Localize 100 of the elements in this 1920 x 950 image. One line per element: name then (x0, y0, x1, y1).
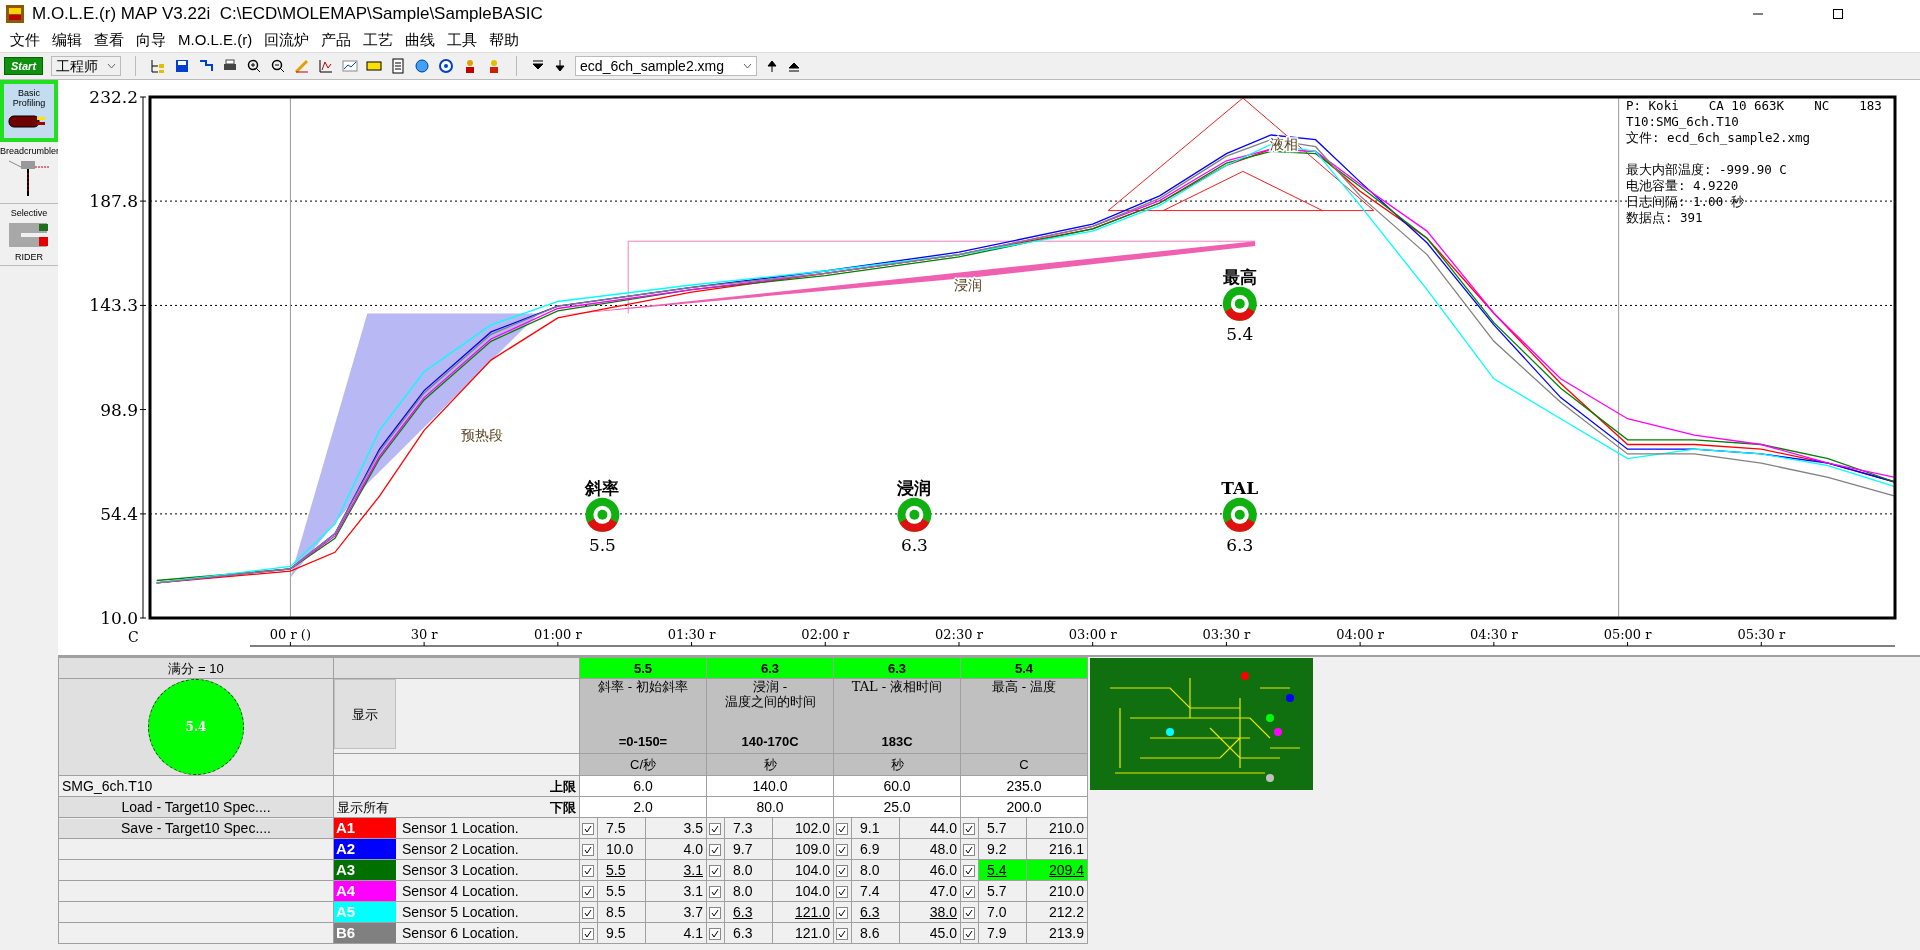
menu-item[interactable]: 查看 (88, 28, 130, 52)
up-arrow-icon[interactable] (765, 59, 780, 73)
chart-icon[interactable] (318, 58, 335, 74)
role-dropdown[interactable]: 工程师 (51, 56, 122, 76)
notebook-icon[interactable] (390, 58, 407, 74)
criterion-score: 6.3 (706, 657, 834, 679)
menu-item[interactable]: 曲线 (399, 28, 442, 52)
measured-value: 5.7 (978, 817, 1027, 839)
line-chart-icon[interactable] (342, 58, 359, 74)
checkbox[interactable] (582, 844, 594, 857)
menu-item[interactable]: 编辑 (46, 28, 88, 52)
zoom-in-icon[interactable] (246, 58, 263, 74)
gauge-label: 斜率 (585, 477, 620, 498)
checkbox[interactable] (963, 907, 975, 920)
sensor-tag: A5 (334, 902, 396, 922)
region-label: 浸润 (953, 276, 982, 293)
checkbox[interactable] (963, 865, 975, 878)
checkbox[interactable] (709, 928, 721, 941)
checkbox[interactable] (836, 928, 848, 941)
checkbox[interactable] (963, 844, 975, 857)
measured-detail: 210.0 (1026, 817, 1088, 839)
info-text: T10:SMG_6ch.T10 (1626, 114, 1739, 129)
measured-value: 7.5 (597, 817, 646, 839)
maximize-icon[interactable] (1832, 8, 1844, 20)
measured-detail: 210.0 (1026, 880, 1088, 902)
checkbox[interactable] (709, 865, 721, 878)
checkbox[interactable] (709, 823, 721, 836)
ruler-icon[interactable] (366, 58, 383, 74)
checkbox[interactable] (836, 886, 848, 899)
info-text: P: Koki CA 10 663K NC 183 (1626, 98, 1882, 113)
menu-item[interactable]: M.O.L.E.(r) (172, 28, 259, 52)
measured-value: 6.3 (851, 901, 900, 923)
checkbox[interactable] (709, 844, 721, 857)
gauge-icon (585, 497, 620, 532)
menu-item[interactable]: 向导 (130, 28, 172, 52)
checkbox[interactable] (582, 886, 594, 899)
rider-drawing (7, 221, 51, 249)
measured-value: 10.0 (597, 838, 646, 860)
checkbox[interactable] (836, 907, 848, 920)
menu-item[interactable]: 回流炉 (258, 28, 316, 52)
menu-item[interactable]: 工具 (441, 28, 484, 52)
checkbox[interactable] (582, 907, 594, 920)
checkbox[interactable] (582, 928, 594, 941)
measured-detail: 3.1 (645, 859, 707, 881)
gauge-label: TAL (1221, 477, 1259, 498)
measured-detail: 104.0 (772, 880, 834, 902)
info-text: 日志间隔: 1.00 秒 (1626, 194, 1744, 209)
measured-value: 7.4 (851, 880, 900, 902)
y-tick-label: 54.4 (100, 503, 138, 524)
sensor-name: Sensor 3 Location. (402, 862, 519, 878)
checkbox[interactable] (836, 844, 848, 857)
checkbox[interactable] (709, 886, 721, 899)
info-text: 文件: ecd_6ch_sample2.xmg (1626, 130, 1811, 145)
sensor-tag: A4 (334, 881, 396, 901)
globe-icon[interactable] (414, 58, 431, 74)
spec-file-name: SMG_6ch.T10 (58, 775, 334, 797)
tree-icon[interactable] (150, 58, 167, 74)
checkbox[interactable] (836, 865, 848, 878)
menu-item[interactable]: 工艺 (357, 28, 400, 52)
menu-item[interactable]: 文件 (4, 28, 46, 52)
help-icon[interactable] (438, 58, 455, 74)
measured-detail: 4.0 (645, 838, 707, 860)
display-button[interactable]: 显示 (334, 679, 396, 749)
checkbox[interactable] (582, 823, 594, 836)
file-dropdown[interactable]: ecd_6ch_sample2.xmg (575, 56, 758, 76)
save-spec-button[interactable]: Save - Target10 Spec.... (59, 818, 333, 838)
show-all-link[interactable]: 显示所有 (337, 799, 389, 815)
app-icon (6, 5, 24, 23)
tool-button[interactable]: Basic Profiling (0, 80, 58, 142)
pencil-icon[interactable] (294, 58, 311, 74)
x-tick-label: 00 r () (269, 627, 311, 642)
measured-detail: 102.0 (772, 817, 834, 839)
gauge-score: 5.4 (1226, 323, 1254, 344)
zoom-out-icon[interactable] (270, 58, 287, 74)
checkbox[interactable] (836, 823, 848, 836)
measured-value: 7.3 (724, 817, 773, 839)
menu-item[interactable]: 帮助 (483, 28, 526, 52)
checkbox[interactable] (963, 886, 975, 899)
flow-icon[interactable] (198, 58, 215, 74)
gauge-label: 浸润 (897, 477, 932, 498)
x-tick-label: 01:00 r (533, 627, 582, 642)
measured-value: 6.3 (724, 901, 773, 923)
measured-detail: 121.0 (772, 901, 834, 923)
measured-value: 8.6 (851, 922, 900, 944)
checkbox[interactable] (963, 823, 975, 836)
start-button[interactable]: Start (4, 57, 44, 75)
gauge-icon (1222, 497, 1257, 532)
menu-item[interactable]: 产品 (315, 28, 358, 52)
down-arrow-icon[interactable] (553, 59, 568, 73)
upper-limit-label: 上限 (333, 775, 580, 797)
save-icon[interactable] (174, 58, 191, 74)
measured-value: 5.5 (597, 859, 646, 881)
axis-unit-label: C (128, 629, 139, 645)
y-tick-label: 143.3 (89, 295, 138, 316)
criterion-range: =0-150= (617, 734, 669, 749)
measured-value: 9.1 (851, 817, 900, 839)
measured-value: 9.7 (724, 838, 773, 860)
checkbox[interactable] (582, 865, 594, 878)
checkbox[interactable] (709, 907, 721, 920)
checkbox[interactable] (963, 928, 975, 941)
